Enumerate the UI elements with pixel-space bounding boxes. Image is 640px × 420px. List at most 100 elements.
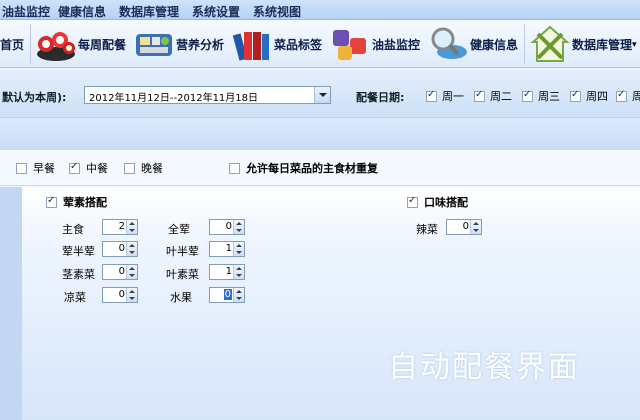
toolbar-separator bbox=[30, 24, 31, 64]
checkbox[interactable] bbox=[570, 89, 581, 102]
allow-repeat-label: 允许每日菜品的主食材重复 bbox=[246, 162, 378, 175]
meal-row: 早餐 中餐 晚餐 允许每日菜品的主食材重复 bbox=[0, 150, 640, 186]
veg-group-checkbox[interactable]: 荤素搭配 bbox=[46, 194, 107, 210]
dropdown-arrow-icon[interactable] bbox=[314, 87, 330, 103]
spinner-arrows-icon[interactable] bbox=[233, 242, 244, 256]
checkbox[interactable] bbox=[426, 89, 437, 102]
weekly-meal-label: 每周配餐 bbox=[78, 37, 127, 52]
full-meat-spinner[interactable]: 0 bbox=[209, 219, 245, 235]
cold-dish-spinner[interactable]: 0 bbox=[102, 287, 138, 303]
food-tray-icon bbox=[134, 24, 174, 64]
day-label: 周三 bbox=[538, 90, 560, 103]
field-label: 全荤 bbox=[168, 223, 190, 236]
nutrition-analysis-button[interactable]: 营养分析 bbox=[134, 23, 224, 65]
spinner-arrows-icon[interactable] bbox=[126, 220, 137, 234]
meat-half-spinner[interactable]: 0 bbox=[102, 241, 138, 257]
meal-label: 晚餐 bbox=[141, 162, 163, 175]
day-thursday-checkbox[interactable]: 周四 bbox=[570, 88, 608, 104]
meal-label: 中餐 bbox=[86, 162, 108, 175]
field-label: 水果 bbox=[170, 291, 192, 304]
spinner-value: 1 bbox=[225, 266, 232, 277]
magnifier-icon bbox=[428, 24, 468, 64]
staple-spinner[interactable]: 2 bbox=[102, 219, 138, 235]
date-row: 默认为本周): 2012年11月12日--2012年11月18日 配餐日期: 周… bbox=[0, 70, 640, 118]
watermark-caption: 自动配餐界面 bbox=[388, 350, 580, 385]
checkbox[interactable] bbox=[69, 161, 80, 174]
lunch-checkbox[interactable]: 中餐 bbox=[69, 160, 108, 176]
house-icon bbox=[530, 24, 570, 64]
spinner-arrows-icon[interactable] bbox=[126, 242, 137, 256]
veg-group-label: 荤素搭配 bbox=[63, 196, 107, 209]
books-icon bbox=[232, 24, 272, 64]
spicy-spinner[interactable]: 0 bbox=[446, 219, 482, 235]
day-label: 周二 bbox=[490, 90, 512, 103]
checkbox[interactable] bbox=[407, 195, 418, 208]
stem-veg-spinner[interactable]: 0 bbox=[102, 264, 138, 280]
spinner-arrows-icon[interactable] bbox=[126, 265, 137, 279]
menu-database[interactable]: 数据库管理 bbox=[119, 3, 179, 20]
nutrition-analysis-label: 营养分析 bbox=[176, 37, 225, 52]
checkbox[interactable] bbox=[124, 162, 135, 174]
spinner-value: 0 bbox=[462, 221, 469, 232]
field-label: 叶半荤 bbox=[166, 245, 199, 258]
menu-system-settings[interactable]: 系统设置 bbox=[192, 3, 240, 20]
taste-group-checkbox[interactable]: 口味搭配 bbox=[407, 194, 468, 210]
menu-system-view[interactable]: 系统视图 bbox=[253, 3, 301, 20]
breakfast-checkbox[interactable]: 早餐 bbox=[16, 160, 55, 176]
oil-salt-monitor-button[interactable]: 油盐监控 bbox=[330, 23, 420, 65]
menu-bar: 油盐监控 健康信息 数据库管理 系统设置 系统视图 bbox=[0, 0, 640, 20]
dish-tag-button[interactable]: 菜品标签 bbox=[232, 23, 322, 65]
day-tuesday-checkbox[interactable]: 周二 bbox=[474, 88, 512, 104]
cubes-icon bbox=[330, 24, 370, 64]
field-label: 叶素菜 bbox=[166, 268, 199, 281]
database-manage-button[interactable]: 数据库管理 bbox=[530, 23, 632, 65]
day-monday-checkbox[interactable]: 周一 bbox=[426, 88, 464, 104]
meal-days-caption: 配餐日期: bbox=[356, 91, 405, 104]
spinner-value: 0 bbox=[223, 289, 232, 300]
field-label: 辣菜 bbox=[416, 223, 438, 236]
health-info-label: 健康信息 bbox=[470, 37, 519, 52]
weekly-meal-button[interactable]: 每周配餐 bbox=[36, 23, 126, 65]
fruit-spinner[interactable]: 0 bbox=[209, 287, 245, 303]
health-info-button[interactable]: 健康信息 bbox=[428, 23, 518, 65]
spinner-arrows-icon[interactable] bbox=[233, 220, 244, 234]
checkbox[interactable] bbox=[16, 162, 27, 174]
spinner-value: 0 bbox=[118, 266, 125, 277]
field-label: 凉菜 bbox=[64, 291, 86, 304]
allow-repeat-checkbox[interactable]: 允许每日菜品的主食材重复 bbox=[229, 160, 378, 176]
left-strip bbox=[0, 187, 22, 420]
sushi-icon bbox=[36, 24, 76, 64]
toolbar-separator bbox=[524, 24, 525, 64]
toolbar-overflow-icon[interactable]: ▾ bbox=[632, 40, 637, 50]
dinner-checkbox[interactable]: 晚餐 bbox=[124, 160, 163, 176]
checkbox[interactable] bbox=[474, 89, 485, 102]
dish-tag-label: 菜品标签 bbox=[274, 37, 323, 52]
menu-health-info[interactable]: 健康信息 bbox=[58, 3, 106, 20]
taste-group-label: 口味搭配 bbox=[424, 196, 468, 209]
checkbox[interactable] bbox=[229, 162, 240, 174]
home-button[interactable]: 首页 bbox=[0, 36, 24, 53]
spinner-arrows-icon[interactable] bbox=[233, 288, 244, 302]
spinner-value: 0 bbox=[118, 289, 125, 300]
date-range-value: 2012年11月12日--2012年11月18日 bbox=[89, 93, 259, 104]
checkbox[interactable] bbox=[46, 195, 57, 208]
leaf-veg-spinner[interactable]: 1 bbox=[209, 264, 245, 280]
spinner-value: 1 bbox=[225, 243, 232, 254]
spinner-arrows-icon[interactable] bbox=[233, 265, 244, 279]
spinner-arrows-icon[interactable] bbox=[470, 220, 481, 234]
leaf-half-spinner[interactable]: 1 bbox=[209, 241, 245, 257]
day-label: 周 bbox=[632, 90, 640, 103]
checkbox[interactable] bbox=[616, 89, 627, 102]
date-range-select[interactable]: 2012年11月12日--2012年11月18日 bbox=[84, 86, 331, 104]
divider-band bbox=[0, 118, 640, 150]
checkbox[interactable] bbox=[522, 89, 533, 102]
day-wednesday-checkbox[interactable]: 周三 bbox=[522, 88, 560, 104]
week-caption: 默认为本周): bbox=[2, 91, 67, 104]
toolbar: 首页 每周配餐 营养分析 菜品标签 油盐监控 健康信息 数据库管理 ▾ bbox=[0, 20, 640, 68]
spinner-arrows-icon[interactable] bbox=[126, 288, 137, 302]
spinner-value: 0 bbox=[118, 243, 125, 254]
spinner-value: 0 bbox=[225, 221, 232, 232]
day-friday-checkbox[interactable]: 周 bbox=[616, 88, 640, 104]
oil-salt-monitor-label: 油盐监控 bbox=[372, 37, 421, 52]
menu-oil-salt[interactable]: 油盐监控 bbox=[2, 3, 50, 20]
